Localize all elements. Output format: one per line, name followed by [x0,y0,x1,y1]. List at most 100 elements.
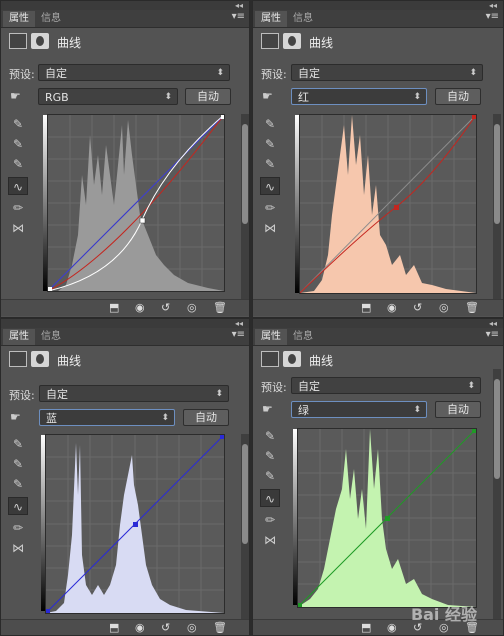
curve-point-tool-icon[interactable]: ∿ [260,177,280,195]
smooth-curve-icon[interactable]: ⋈ [260,219,280,237]
curve-control-point [221,115,224,119]
auto-button[interactable]: 自动 [185,88,231,105]
panel-collapse-strip[interactable]: ◂◂ [253,1,503,10]
preset-select[interactable]: 自定 ⬍ [291,377,481,394]
preset-select[interactable]: 自定 ⬍ [39,385,229,402]
panel-menu-icon[interactable]: ▾≡ [486,11,499,22]
delete-trash-icon[interactable]: 🗑 [465,301,479,314]
visibility-eye-icon[interactable]: ◎ [187,621,197,634]
gray-point-eyedropper-icon[interactable]: ✎ [8,135,28,153]
smooth-curve-icon[interactable]: ⋈ [8,219,28,237]
gray-point-eyedropper-icon[interactable]: ✎ [260,447,280,465]
auto-button[interactable]: 自动 [183,409,229,426]
watermark: Bai 经验 [410,605,477,624]
tab-properties[interactable]: 属性 [255,11,287,27]
curves-panel-green: ◂◂ 属性 信息 ▾≡ 曲线 预设: 自定 ⬍ ☛ 绿 ⬍ 自动 ✎ ✎ ✎ ∿ ✏… [252,318,504,636]
tab-properties[interactable]: 属性 [3,329,35,345]
on-image-adjust-icon[interactable]: ☛ [10,89,21,103]
auto-button[interactable]: 自动 [435,88,481,105]
pencil-tool-icon[interactable]: ✏ [8,519,28,537]
preset-select[interactable]: 自定 ⬍ [291,64,483,81]
on-image-adjust-icon[interactable]: ☛ [262,402,273,416]
white-point-eyedropper-icon[interactable]: ✎ [8,475,28,493]
visibility-eye-icon[interactable]: ◎ [187,301,197,314]
panel-menu-icon[interactable]: ▾≡ [232,11,245,22]
black-point-eyedropper-icon[interactable]: ✎ [8,115,28,133]
layer-mask-icon[interactable] [31,33,49,49]
chevron-icon: ⬍ [413,92,421,102]
tab-info[interactable]: 信息 [287,329,319,345]
smooth-curve-icon[interactable]: ⋈ [8,539,28,557]
scrollbar[interactable] [241,114,249,299]
channel-select[interactable]: 绿 ⬍ [291,401,427,418]
scrollbar[interactable] [241,434,249,619]
curve-point-tool-icon[interactable]: ∿ [8,497,28,515]
layer-mask-icon[interactable] [283,351,301,367]
tab-info[interactable]: 信息 [35,11,67,27]
panel-title: 曲线 [57,354,82,368]
curves-adjustment-icon [9,33,27,49]
panel-collapse-strip[interactable]: ◂◂ [253,319,503,328]
curves-panel-rgb: ◂◂ 属性 信息 ▾≡ 曲线 预设: 自定 ⬍ ☛ RGB ⬍ 自动 ✎ ✎ ✎ ∿… [0,0,250,318]
channel-select[interactable]: 蓝 ⬍ [39,409,175,426]
reset-icon[interactable]: ↺ [161,621,170,634]
clip-to-layer-icon[interactable]: ⬒ [361,301,371,314]
channel-select[interactable]: 红 ⬍ [291,88,427,105]
view-previous-icon[interactable]: ◉ [135,301,145,314]
delete-trash-icon[interactable]: 🗑 [213,301,227,314]
chevron-icon: ⬍ [215,389,223,399]
curve-control-point [385,516,390,521]
tab-properties[interactable]: 属性 [255,329,287,345]
tab-properties[interactable]: 属性 [3,11,35,27]
curve-point-tool-icon[interactable]: ∿ [260,489,280,507]
panel-title: 曲线 [309,354,334,368]
white-point-eyedropper-icon[interactable]: ✎ [260,467,280,485]
channel-select[interactable]: RGB ⬍ [38,88,178,105]
scrollbar[interactable] [493,369,501,619]
pencil-tool-icon[interactable]: ✏ [260,199,280,217]
clip-to-layer-icon[interactable]: ⬒ [109,301,119,314]
view-previous-icon[interactable]: ◉ [135,621,145,634]
reset-icon[interactable]: ↺ [161,301,170,314]
view-previous-icon[interactable]: ◉ [387,621,397,634]
tab-info[interactable]: 信息 [287,11,319,27]
black-point-eyedropper-icon[interactable]: ✎ [260,115,280,133]
clip-to-layer-icon[interactable]: ⬒ [361,621,371,634]
scrollbar[interactable] [493,114,501,299]
tab-info[interactable]: 信息 [35,329,67,345]
panel-footer: ⬒ ◉ ↺ ◎ 🗑 [253,299,503,316]
tab-bar: 属性 信息 ▾≡ [1,328,249,346]
smooth-curve-icon[interactable]: ⋈ [260,531,280,549]
pencil-tool-icon[interactable]: ✏ [260,511,280,529]
delete-trash-icon[interactable]: 🗑 [213,621,227,634]
white-point-eyedropper-icon[interactable]: ✎ [260,155,280,173]
pencil-tool-icon[interactable]: ✏ [8,199,28,217]
curve-point-tool-icon[interactable]: ∿ [8,177,28,195]
auto-button[interactable]: 自动 [435,401,481,418]
panel-collapse-strip[interactable]: ◂◂ [1,319,249,328]
curve-graph[interactable] [45,434,225,614]
panel-menu-icon[interactable]: ▾≡ [486,329,499,340]
reset-icon[interactable]: ↺ [413,301,422,314]
scrollbar-thumb [242,124,248,224]
view-previous-icon[interactable]: ◉ [387,301,397,314]
curve-graph[interactable] [47,114,225,292]
preset-label: 预设: [9,389,35,402]
layer-mask-icon[interactable] [283,33,301,49]
on-image-adjust-icon[interactable]: ☛ [262,89,273,103]
curve-graph[interactable] [297,428,477,608]
clip-to-layer-icon[interactable]: ⬒ [109,621,119,634]
scrollbar-thumb [242,444,248,544]
gray-point-eyedropper-icon[interactable]: ✎ [8,455,28,473]
black-point-eyedropper-icon[interactable]: ✎ [260,427,280,445]
curve-graph[interactable] [299,114,477,294]
panel-menu-icon[interactable]: ▾≡ [232,329,245,340]
layer-mask-icon[interactable] [31,351,49,367]
black-point-eyedropper-icon[interactable]: ✎ [8,435,28,453]
white-point-eyedropper-icon[interactable]: ✎ [8,155,28,173]
gray-point-eyedropper-icon[interactable]: ✎ [260,135,280,153]
preset-select[interactable]: 自定 ⬍ [38,64,230,81]
panel-collapse-strip[interactable]: ◂◂ [1,1,249,10]
on-image-adjust-icon[interactable]: ☛ [10,410,21,424]
visibility-eye-icon[interactable]: ◎ [439,301,449,314]
